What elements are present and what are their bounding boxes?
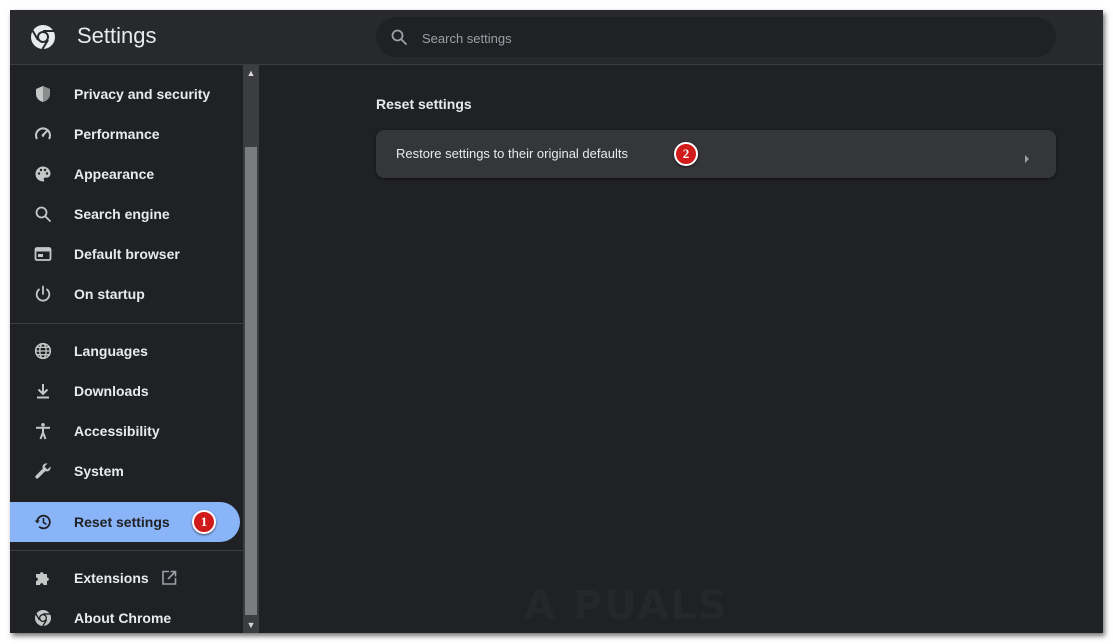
search-icon [34, 205, 52, 223]
restore-history-icon [34, 513, 52, 531]
sidebar: Privacy and security Performance Appeara… [10, 65, 243, 633]
sidebar-item-appearance[interactable]: Appearance [10, 154, 240, 194]
sidebar-item-privacy-and-security[interactable]: Privacy and security [10, 74, 240, 114]
chrome-icon [34, 609, 52, 627]
sidebar-item-label: Downloads [74, 383, 149, 399]
palette-icon [34, 165, 52, 183]
page-title: Settings [77, 23, 157, 48]
browser-window-icon [34, 245, 52, 263]
open-in-new-icon [160, 569, 178, 587]
globe-icon [34, 342, 52, 360]
sidebar-item-label: Search engine [74, 206, 170, 222]
step-badge-1: 1 [192, 510, 216, 534]
scroll-thumb[interactable] [245, 147, 257, 615]
sidebar-item-label: Accessibility [74, 423, 160, 439]
restore-defaults-row[interactable]: Restore settings to their original defau… [376, 130, 1056, 178]
sidebar-item-accessibility[interactable]: Accessibility [10, 411, 240, 451]
step-badge-2: 2 [674, 142, 698, 166]
sidebar-item-reset-settings[interactable]: Reset settings 1 [10, 502, 240, 542]
main-content: Reset settings Restore settings to their… [259, 65, 1103, 633]
watermark-text: A PUALS [524, 583, 729, 629]
sidebar-item-label: About Chrome [74, 610, 172, 626]
sidebar-item-label: Appearance [74, 166, 155, 182]
sidebar-divider [10, 550, 243, 551]
sidebar-item-downloads[interactable]: Downloads [10, 371, 240, 411]
sidebar-item-performance[interactable]: Performance [10, 114, 240, 154]
sidebar-item-default-browser[interactable]: Default browser [10, 234, 240, 274]
wrench-icon [34, 462, 52, 480]
header-bar: Settings [10, 10, 1103, 65]
puzzle-icon [34, 569, 52, 587]
sidebar-item-extensions[interactable]: Extensions [10, 558, 240, 598]
shield-icon [34, 85, 52, 103]
chevron-right-icon [1024, 150, 1030, 163]
sidebar-scrollbar[interactable]: ▲ ▼ [243, 65, 259, 633]
sidebar-item-on-startup[interactable]: On startup [10, 274, 240, 314]
accessibility-icon [34, 422, 52, 440]
download-icon [34, 382, 52, 400]
sidebar-item-about-chrome[interactable]: About Chrome [10, 598, 240, 633]
sidebar-item-label: Performance [74, 126, 160, 142]
sidebar-item-label: On startup [74, 286, 145, 302]
restore-defaults-label: Restore settings to their original defau… [396, 146, 628, 161]
sidebar-item-label: Reset settings [74, 514, 170, 530]
search-input[interactable] [420, 17, 1024, 59]
section-title: Reset settings [376, 96, 472, 112]
chrome-logo-icon [30, 24, 56, 50]
settings-window: Settings Privacy and security Performanc… [10, 10, 1103, 633]
scroll-up-arrow-icon[interactable]: ▲ [243, 65, 259, 81]
sidebar-item-languages[interactable]: Languages [10, 331, 240, 371]
sidebar-item-label: Privacy and security [74, 86, 211, 102]
speedometer-icon [34, 125, 52, 143]
sidebar-item-system[interactable]: System [10, 451, 240, 491]
power-icon [34, 285, 52, 303]
sidebar-item-label: System [74, 463, 124, 479]
sidebar-item-label: Default browser [74, 246, 180, 262]
sidebar-item-search-engine[interactable]: Search engine [10, 194, 240, 234]
search-icon [390, 28, 408, 46]
search-box[interactable] [376, 17, 1056, 59]
scroll-down-arrow-icon[interactable]: ▼ [243, 617, 259, 633]
sidebar-item-label: Extensions [74, 570, 149, 586]
sidebar-divider [10, 323, 243, 324]
sidebar-item-label: Languages [74, 343, 148, 359]
